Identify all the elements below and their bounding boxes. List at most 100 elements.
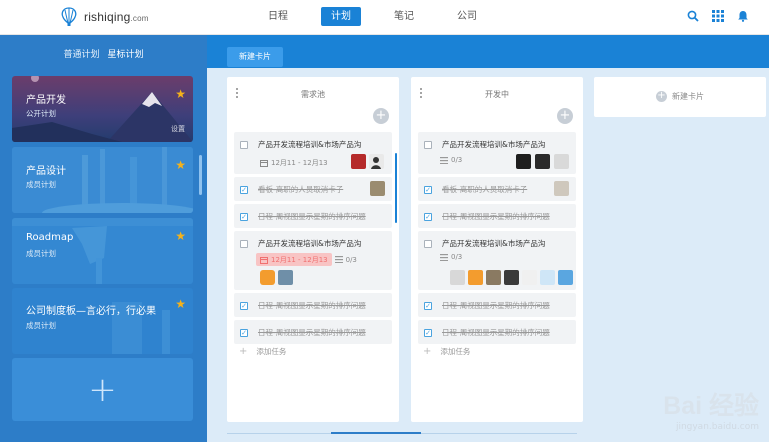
add-task-plus-icon[interactable]: +: [373, 108, 389, 124]
avatar[interactable]: [516, 154, 531, 169]
plus-icon: +: [88, 369, 117, 410]
add-plan-button[interactable]: +: [12, 358, 193, 421]
avatar[interactable]: [504, 270, 519, 285]
task-checkbox[interactable]: [240, 141, 248, 149]
plus-icon: +: [239, 346, 248, 357]
task-meta: 12月11 - 12月13: [256, 156, 332, 169]
task-checkbox[interactable]: [424, 141, 432, 149]
sidebar-scrollbar[interactable]: [199, 155, 202, 195]
nav-item-company[interactable]: 公司: [447, 7, 487, 26]
plan-tabs: 普通计划 星标计划: [0, 47, 207, 60]
task-checkbox[interactable]: ✓: [424, 329, 432, 337]
avatar[interactable]: [468, 270, 483, 285]
calendar-icon: [260, 256, 268, 264]
count-text: 0/3: [451, 253, 463, 261]
task-checkbox[interactable]: ✓: [240, 329, 248, 337]
task-card[interactable]: ✓ 日程-周视图显示星期的排序问题: [234, 293, 392, 317]
task-card[interactable]: ✓ 看板-离职的人员取消卡子: [234, 177, 392, 201]
column-scrollbar[interactable]: [395, 153, 397, 223]
task-card[interactable]: 产品开发流程培训&市场产品沟 0/3: [418, 132, 576, 174]
task-title: 产品开发流程培训&市场产品沟: [258, 239, 362, 248]
star-icon[interactable]: ★: [175, 229, 186, 243]
task-title: 产品开发流程培训&市场产品沟: [258, 140, 362, 149]
logo[interactable]: rishiqing.com: [60, 7, 149, 27]
date-badge-overdue: 12月11 - 12月13: [256, 253, 332, 266]
task-checkbox[interactable]: ✓: [424, 302, 432, 310]
task-checkbox[interactable]: ✓: [424, 213, 432, 221]
task-checkbox[interactable]: ✓: [240, 213, 248, 221]
task-card[interactable]: 产品开发流程培训&市场产品沟 0/3: [418, 231, 576, 290]
avatar[interactable]: [351, 154, 366, 169]
task-card[interactable]: ✓ 日程-周视图显示星期的排序问题: [418, 204, 576, 228]
task-card[interactable]: ✓ 日程-周视图显示星期的排序问题: [418, 320, 576, 344]
search-icon[interactable]: [687, 10, 699, 22]
avatar[interactable]: [486, 270, 501, 285]
plan-card-company-rules[interactable]: 公司制度板—言必行，行必果 成员计划 ★: [12, 288, 193, 354]
new-card-column[interactable]: + 新建卡片: [594, 77, 766, 117]
plan-sidebar: 普通计划 星标计划 产品开发 公开计划 ★ 设置 产品设计 成员计划 ★ Roa…: [0, 35, 207, 442]
task-title: 日程-周视图显示星期的排序问题: [258, 301, 366, 310]
count-text: 0/3: [451, 156, 463, 164]
avatar[interactable]: [450, 270, 465, 285]
plan-subtitle: 成员计划: [26, 321, 56, 330]
plan-subtitle: 成员计划: [26, 249, 56, 258]
task-card[interactable]: ✓ 看板-离职的人员取消卡子: [418, 177, 576, 201]
plan-subtitle: 成员计划: [26, 180, 56, 189]
logo-text: rishiqing.com: [84, 10, 149, 24]
task-checkbox[interactable]: ✓: [424, 186, 432, 194]
tab-normal-plans[interactable]: 普通计划: [63, 47, 99, 60]
subtask-count: 0/3: [440, 156, 462, 164]
plan-card-product-design[interactable]: 产品设计 成员计划 ★: [12, 147, 193, 213]
add-task-button[interactable]: + 添加任务: [423, 346, 470, 357]
add-task-label: 添加任务: [256, 347, 287, 356]
task-card[interactable]: ✓ 日程-周视图显示星期的排序问题: [234, 204, 392, 228]
add-task-button[interactable]: + 添加任务: [239, 346, 286, 357]
add-task-plus-icon[interactable]: +: [557, 108, 573, 124]
task-card[interactable]: 产品开发流程培训&市场产品沟 12月11 - 12月13 0/3: [234, 231, 392, 290]
nav-item-notes[interactable]: 笔记: [384, 7, 424, 26]
task-checkbox[interactable]: [424, 240, 432, 248]
nav-item-plans[interactable]: 计划: [321, 7, 361, 26]
plan-settings-label[interactable]: 设置: [171, 124, 185, 134]
task-checkbox[interactable]: ✓: [240, 302, 248, 310]
plan-card-product-dev[interactable]: 产品开发 公开计划 ★ 设置: [12, 76, 193, 142]
plan-card-roadmap[interactable]: Roadmap 成员计划 ★: [12, 218, 193, 284]
column-title[interactable]: 开发中: [411, 77, 583, 113]
avatar[interactable]: [370, 181, 385, 196]
plan-title: 产品设计: [26, 166, 66, 177]
star-icon[interactable]: ★: [175, 158, 186, 172]
task-title: 日程-周视图显示星期的排序问题: [258, 328, 366, 337]
task-card[interactable]: 产品开发流程培训&市场产品沟 12月11 - 12月13: [234, 132, 392, 174]
date-text: 12月11 - 12月13: [271, 255, 328, 264]
bell-icon[interactable]: [737, 10, 749, 22]
avatar[interactable]: [540, 270, 555, 285]
avatar[interactable]: [278, 270, 293, 285]
nav-item-schedule[interactable]: 日程: [258, 7, 298, 26]
star-icon[interactable]: ★: [175, 87, 186, 101]
column-title[interactable]: 需求池: [227, 77, 399, 113]
avatar[interactable]: [522, 270, 537, 285]
plan-title: 公司制度板—言必行，行必果: [26, 306, 156, 317]
avatar[interactable]: [535, 154, 550, 169]
star-icon[interactable]: ★: [175, 297, 186, 311]
avatar[interactable]: [554, 181, 569, 196]
task-meta: 12月11 - 12月13 0/3: [256, 253, 357, 266]
avatar[interactable]: [369, 154, 384, 169]
task-checkbox[interactable]: ✓: [240, 186, 248, 194]
task-card[interactable]: ✓ 日程-周视图显示星期的排序问题: [418, 293, 576, 317]
task-title: 产品开发流程培训&市场产品沟: [442, 140, 546, 149]
task-meta: 0/3: [440, 253, 462, 261]
add-task-label: 添加任务: [440, 347, 471, 356]
task-checkbox[interactable]: [240, 240, 248, 248]
avatar[interactable]: [554, 154, 569, 169]
horizontal-scrollbar[interactable]: [331, 432, 421, 434]
apps-grid-icon[interactable]: [712, 10, 724, 22]
task-card[interactable]: ✓ 日程-周视图显示星期的排序问题: [234, 320, 392, 344]
new-card-inline-button[interactable]: + 新建卡片: [656, 91, 704, 102]
avatar[interactable]: [558, 270, 573, 285]
avatar[interactable]: [260, 270, 275, 285]
new-card-button[interactable]: 新建卡片: [227, 47, 283, 67]
tab-starred-plans[interactable]: 星标计划: [108, 47, 144, 60]
date-text: 12月11 - 12月13: [271, 158, 328, 167]
avatar-image: [371, 157, 381, 169]
